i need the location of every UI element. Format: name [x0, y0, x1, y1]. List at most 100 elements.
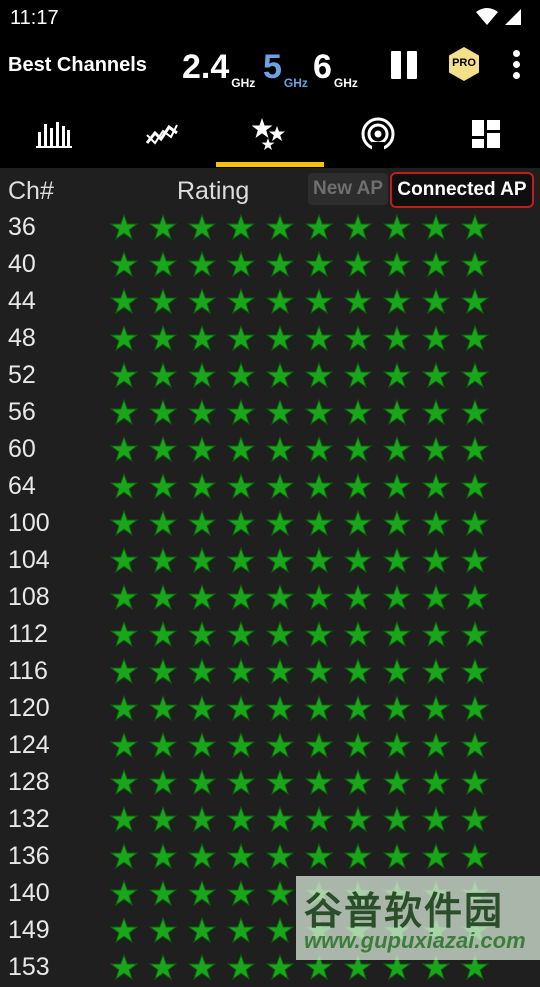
star-icon	[383, 436, 411, 463]
star-icon	[266, 769, 294, 796]
star-icon	[461, 732, 489, 759]
star-icon	[461, 510, 489, 537]
star-icon	[149, 436, 177, 463]
star-icon	[266, 325, 294, 352]
star-icon	[110, 880, 138, 907]
band-6ghz-unit: GHz	[333, 76, 358, 90]
star-icon	[188, 954, 216, 981]
star-icon	[227, 362, 255, 389]
star-icon	[461, 843, 489, 870]
wifi-icon	[476, 8, 498, 25]
table-row[interactable]: 64	[0, 469, 540, 506]
star-icon	[305, 732, 333, 759]
table-row[interactable]: 132	[0, 802, 540, 839]
star-icon	[227, 399, 255, 426]
star-icon	[383, 362, 411, 389]
star-icon	[461, 251, 489, 278]
channel-number: 56	[8, 398, 36, 426]
star-icon	[344, 510, 372, 537]
star-icon	[110, 584, 138, 611]
star-icon	[266, 806, 294, 833]
star-icon	[383, 769, 411, 796]
star-icon	[149, 362, 177, 389]
star-icon	[422, 399, 450, 426]
star-icon	[344, 732, 372, 759]
channel-number: 44	[8, 287, 36, 315]
table-row[interactable]: 104	[0, 543, 540, 580]
table-row[interactable]: 124	[0, 728, 540, 765]
pro-label: PRO	[452, 57, 476, 69]
star-icon	[266, 658, 294, 685]
star-icon	[383, 399, 411, 426]
star-icon	[344, 325, 372, 352]
star-icon	[305, 695, 333, 722]
star-icon	[344, 658, 372, 685]
star-icon	[188, 806, 216, 833]
band-5ghz-button[interactable]: 5 GHz	[263, 50, 308, 90]
star-icon	[149, 584, 177, 611]
star-icon	[149, 806, 177, 833]
table-row[interactable]: 128	[0, 765, 540, 802]
star-icon	[266, 436, 294, 463]
table-row[interactable]: 108	[0, 580, 540, 617]
channel-number: 48	[8, 324, 36, 352]
band-2-4ghz-button[interactable]: 2.4 GHz	[182, 50, 255, 90]
star-icon	[266, 732, 294, 759]
star-icon	[383, 584, 411, 611]
channel-number: 104	[8, 546, 50, 574]
star-icon	[266, 473, 294, 500]
channel-number: 112	[8, 620, 48, 648]
star-icon	[266, 547, 294, 574]
table-row[interactable]: 60	[0, 432, 540, 469]
watermark-url: www.gupuxiazai.com	[304, 928, 526, 953]
channel-number: 149	[8, 916, 50, 944]
star-icon	[383, 658, 411, 685]
star-icon	[110, 214, 138, 241]
status-icons	[476, 8, 522, 26]
tab-bar	[0, 100, 540, 168]
star-icon	[188, 436, 216, 463]
tab-channel-rating[interactable]	[216, 100, 324, 168]
table-row[interactable]: 44	[0, 284, 540, 321]
connected-ap-button[interactable]: Connected AP	[390, 172, 534, 208]
tab-dashboard[interactable]	[432, 100, 540, 168]
star-icon	[149, 473, 177, 500]
star-icon	[188, 251, 216, 278]
column-header-rating: Rating	[177, 177, 250, 205]
watermark: 谷普软件园 www.gupuxiazai.com	[296, 876, 540, 960]
star-icon	[110, 843, 138, 870]
star-icon	[188, 547, 216, 574]
star-icon	[422, 325, 450, 352]
star-icon	[110, 547, 138, 574]
pro-badge-button[interactable]: PRO	[446, 46, 482, 82]
table-row[interactable]: 136	[0, 839, 540, 876]
band-6ghz-button[interactable]: 6 GHz	[313, 50, 358, 90]
star-icon	[305, 399, 333, 426]
star-icon	[227, 325, 255, 352]
tab-channel-graph[interactable]	[0, 100, 108, 168]
star-icon	[266, 843, 294, 870]
star-icon	[188, 288, 216, 315]
star-icon	[227, 880, 255, 907]
table-row[interactable]: 116	[0, 654, 540, 691]
star-icon	[344, 843, 372, 870]
table-row[interactable]: 36	[0, 210, 540, 247]
table-row[interactable]: 120	[0, 691, 540, 728]
table-row[interactable]: 48	[0, 321, 540, 358]
star-icon	[461, 288, 489, 315]
more-options-button[interactable]	[508, 50, 524, 80]
star-icon	[110, 399, 138, 426]
tab-time-graph[interactable]	[108, 100, 216, 168]
table-row[interactable]: 52	[0, 358, 540, 395]
channel-number: 36	[8, 213, 36, 241]
star-icon	[227, 251, 255, 278]
new-ap-button[interactable]: New AP	[308, 173, 388, 205]
channel-number: 140	[8, 879, 50, 907]
table-row[interactable]: 40	[0, 247, 540, 284]
pause-button[interactable]	[391, 51, 419, 79]
tab-ap-list[interactable]	[324, 100, 432, 168]
table-row[interactable]: 100	[0, 506, 540, 543]
table-row[interactable]: 56	[0, 395, 540, 432]
channel-number: 132	[8, 805, 50, 833]
table-row[interactable]: 112	[0, 617, 540, 654]
